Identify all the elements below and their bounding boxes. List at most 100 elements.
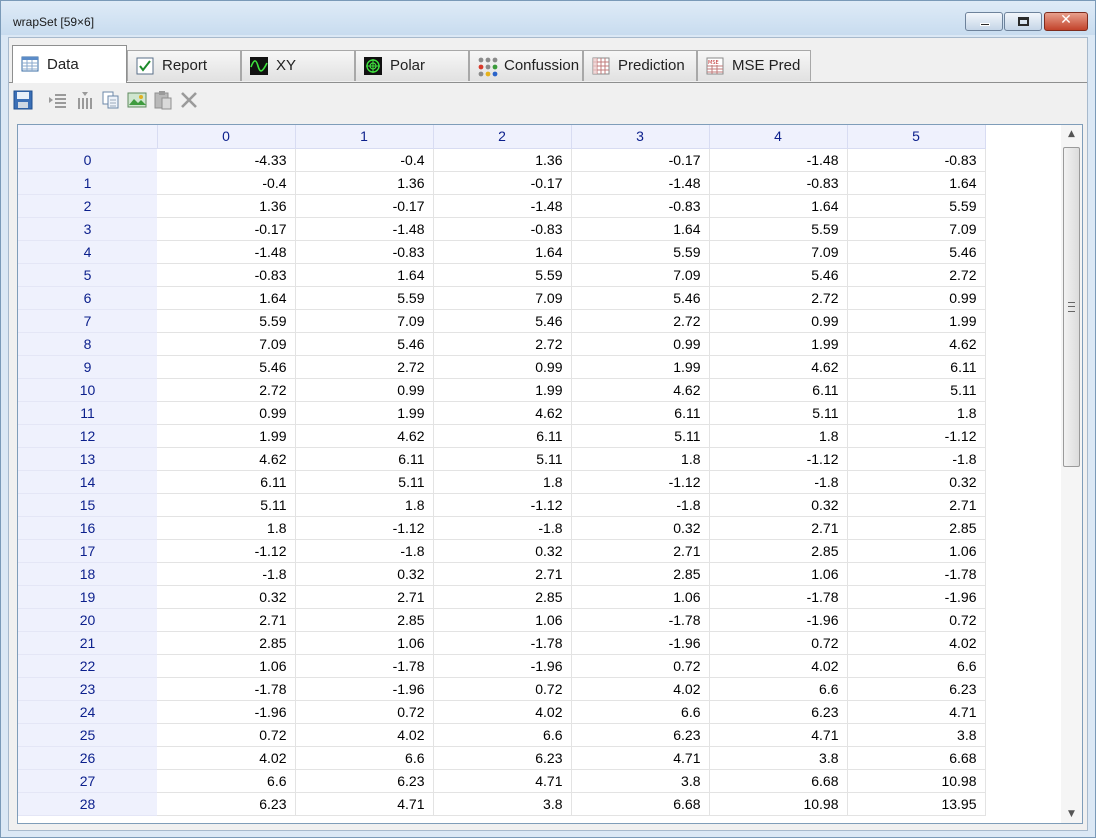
- grid-cell[interactable]: 0.99: [709, 309, 848, 333]
- insert-rows-icon[interactable]: [47, 90, 67, 110]
- column-header[interactable]: 2: [433, 125, 572, 149]
- table-row[interactable]: 16 1.8 -1.12 -1.8 0.32 2.71 2.85: [18, 516, 986, 540]
- scroll-up-arrow-icon[interactable]: ▲: [1061, 125, 1082, 143]
- save-icon[interactable]: [13, 90, 33, 110]
- grid-cell[interactable]: 2.71: [433, 562, 572, 586]
- row-header[interactable]: 28: [18, 792, 157, 816]
- grid-cell[interactable]: -1.78: [709, 585, 848, 609]
- table-row[interactable]: 23 -1.78 -1.96 0.72 4.02 6.6 6.23: [18, 677, 986, 701]
- grid-cell[interactable]: 3.8: [571, 769, 710, 793]
- row-header[interactable]: 10: [18, 378, 157, 402]
- row-header[interactable]: 25: [18, 723, 157, 747]
- row-header[interactable]: 9: [18, 355, 157, 379]
- row-header[interactable]: 4: [18, 240, 157, 264]
- grid-cell[interactable]: 1.64: [709, 194, 848, 218]
- grid-cell[interactable]: -1.96: [157, 700, 296, 724]
- column-header[interactable]: 4: [709, 125, 848, 149]
- grid-cell[interactable]: 2.85: [709, 539, 848, 563]
- grid-cell[interactable]: -1.48: [157, 240, 296, 264]
- table-row[interactable]: 20 2.71 2.85 1.06 -1.78 -1.96 0.72: [18, 608, 986, 632]
- grid-cell[interactable]: 0.72: [847, 608, 986, 632]
- grid-cell[interactable]: 6.6: [709, 677, 848, 701]
- grid-cell[interactable]: 7.09: [709, 240, 848, 264]
- grid-cell[interactable]: -0.17: [571, 148, 710, 172]
- grid-cell[interactable]: 3.8: [433, 792, 572, 816]
- row-header[interactable]: 16: [18, 516, 157, 540]
- table-row[interactable]: 24 -1.96 0.72 4.02 6.6 6.23 4.71: [18, 700, 986, 724]
- grid-cell[interactable]: 6.11: [295, 447, 434, 471]
- close-button[interactable]: ✕: [1044, 12, 1088, 31]
- grid-cell[interactable]: 1.06: [295, 631, 434, 655]
- grid-cell[interactable]: -1.48: [571, 171, 710, 195]
- grid-cell[interactable]: 4.02: [295, 723, 434, 747]
- grid-cell[interactable]: -1.96: [847, 585, 986, 609]
- grid-cell[interactable]: 2.71: [295, 585, 434, 609]
- grid-cell[interactable]: 0.99: [157, 401, 296, 425]
- grid-cell[interactable]: 6.23: [433, 746, 572, 770]
- grid-cell[interactable]: 0.32: [157, 585, 296, 609]
- table-row[interactable]: 27 6.6 6.23 4.71 3.8 6.68 10.98: [18, 769, 986, 793]
- grid-cell[interactable]: -1.8: [295, 539, 434, 563]
- grid-cell[interactable]: -1.8: [571, 493, 710, 517]
- scroll-down-arrow-icon[interactable]: ▼: [1061, 805, 1082, 823]
- grid-cell[interactable]: -1.12: [571, 470, 710, 494]
- grid-cell[interactable]: -0.83: [157, 263, 296, 287]
- row-header[interactable]: 18: [18, 562, 157, 586]
- grid-cell[interactable]: 6.68: [709, 769, 848, 793]
- row-header[interactable]: 6: [18, 286, 157, 310]
- grid-cell[interactable]: -1.8: [157, 562, 296, 586]
- table-row[interactable]: 15 5.11 1.8 -1.12 -1.8 0.32 2.71: [18, 493, 986, 517]
- grid-cell[interactable]: 4.62: [295, 424, 434, 448]
- column-header[interactable]: 1: [295, 125, 434, 149]
- table-row[interactable]: 11 0.99 1.99 4.62 6.11 5.11 1.8: [18, 401, 986, 425]
- tab-report[interactable]: Report: [127, 50, 241, 81]
- tab-data[interactable]: Data: [12, 45, 127, 83]
- grid-cell[interactable]: -1.96: [433, 654, 572, 678]
- grid-cell[interactable]: -1.96: [295, 677, 434, 701]
- grid-cell[interactable]: 1.64: [571, 217, 710, 241]
- table-row[interactable]: 18 -1.8 0.32 2.71 2.85 1.06 -1.78: [18, 562, 986, 586]
- delete-icon[interactable]: [179, 90, 199, 110]
- grid-cell[interactable]: 6.6: [295, 746, 434, 770]
- grid-cell[interactable]: 1.99: [157, 424, 296, 448]
- grid-cell[interactable]: -1.78: [295, 654, 434, 678]
- grid-cell[interactable]: -1.12: [709, 447, 848, 471]
- grid-cell[interactable]: 5.11: [571, 424, 710, 448]
- grid-cell[interactable]: -0.83: [709, 171, 848, 195]
- copy-icon[interactable]: [101, 90, 121, 110]
- grid-cell[interactable]: -1.78: [847, 562, 986, 586]
- row-header[interactable]: 15: [18, 493, 157, 517]
- grid-cell[interactable]: 4.02: [157, 746, 296, 770]
- grid-cell[interactable]: 6.6: [157, 769, 296, 793]
- grid-cell[interactable]: 3.8: [847, 723, 986, 747]
- table-row[interactable]: 28 6.23 4.71 3.8 6.68 10.98 13.95: [18, 792, 986, 816]
- table-row[interactable]: 2 1.36 -0.17 -1.48 -0.83 1.64 5.59: [18, 194, 986, 218]
- grid-cell[interactable]: 4.62: [433, 401, 572, 425]
- grid-cell[interactable]: 6.11: [709, 378, 848, 402]
- grid-cell[interactable]: 1.36: [295, 171, 434, 195]
- grid-cell[interactable]: 1.64: [847, 171, 986, 195]
- grid-cell[interactable]: 5.11: [295, 470, 434, 494]
- grid-cell[interactable]: 1.36: [433, 148, 572, 172]
- grid-cell[interactable]: 1.8: [571, 447, 710, 471]
- corner-cell[interactable]: [18, 125, 158, 149]
- row-header[interactable]: 14: [18, 470, 157, 494]
- grid-cell[interactable]: 6.23: [295, 769, 434, 793]
- vertical-scrollbar[interactable]: ▲ ▼: [1061, 125, 1082, 823]
- table-row[interactable]: 22 1.06 -1.78 -1.96 0.72 4.02 6.6: [18, 654, 986, 678]
- grid-cell[interactable]: -1.8: [709, 470, 848, 494]
- grid-cell[interactable]: 2.72: [157, 378, 296, 402]
- row-header[interactable]: 21: [18, 631, 157, 655]
- grid-cell[interactable]: 0.72: [709, 631, 848, 655]
- insert-columns-icon[interactable]: [75, 90, 95, 110]
- grid-cell[interactable]: -1.48: [295, 217, 434, 241]
- grid-cell[interactable]: -1.12: [157, 539, 296, 563]
- grid-cell[interactable]: -1.96: [571, 631, 710, 655]
- table-row[interactable]: 14 6.11 5.11 1.8 -1.12 -1.8 0.32: [18, 470, 986, 494]
- grid-cell[interactable]: 7.09: [295, 309, 434, 333]
- grid-cell[interactable]: 4.02: [847, 631, 986, 655]
- grid-cell[interactable]: 5.11: [157, 493, 296, 517]
- grid-cell[interactable]: -1.78: [571, 608, 710, 632]
- grid-cell[interactable]: 0.72: [433, 677, 572, 701]
- table-row[interactable]: 12 1.99 4.62 6.11 5.11 1.8 -1.12: [18, 424, 986, 448]
